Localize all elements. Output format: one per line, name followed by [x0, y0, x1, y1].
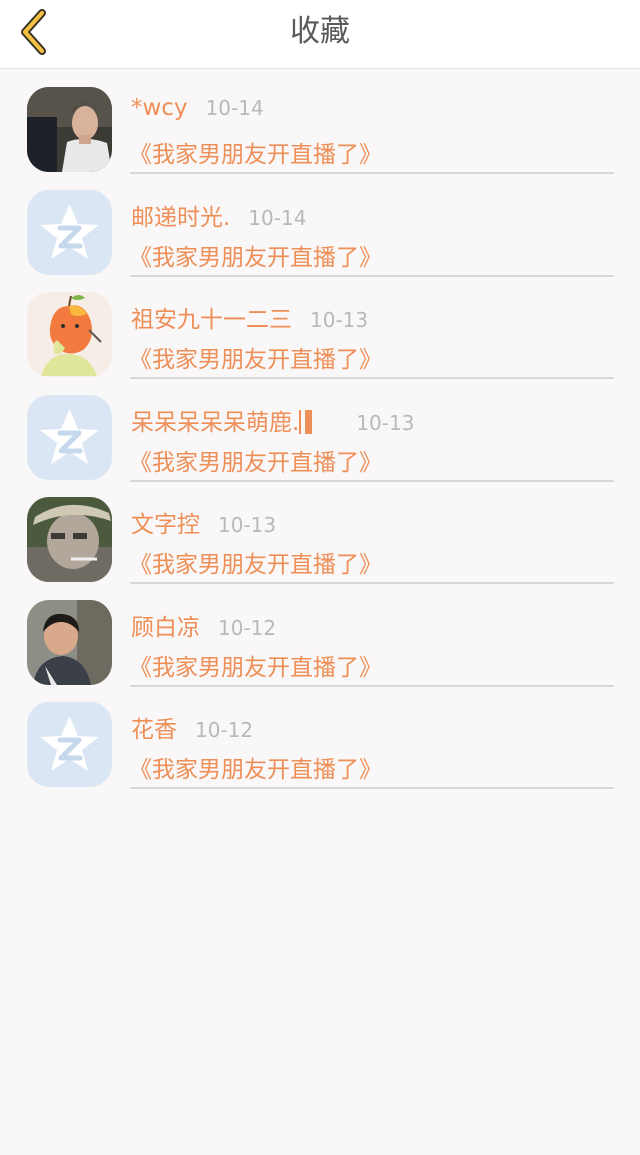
divider: [130, 582, 614, 584]
post-title: 《我家男朋友开直播了》: [129, 450, 382, 476]
navigation-bar: 收藏: [0, 0, 640, 69]
favorite-item[interactable]: 祖安九十一二三 10-13 《我家男朋友开直播了》: [0, 283, 640, 385]
favorite-item[interactable]: 花香 10-12 《我家男朋友开直播了》: [0, 693, 640, 795]
page-title: 收藏: [290, 14, 350, 49]
favorite-item[interactable]: *wcy 10-14 《我家男朋友开直播了》: [0, 78, 640, 180]
post-title: 《我家男朋友开直播了》: [129, 757, 382, 783]
date-label: 10-12: [218, 616, 277, 640]
date-label: 10-14: [205, 96, 264, 120]
divider: [130, 685, 614, 687]
favorite-item[interactable]: 邮递时光. 10-14 《我家男朋友开直播了》: [0, 181, 640, 283]
avatar: [27, 395, 112, 480]
favorite-item[interactable]: 呆呆呆呆呆萌鹿. 10-13 《我家男朋友开直播了》: [0, 386, 640, 488]
user-name: 花香: [131, 717, 177, 743]
favorite-item[interactable]: 顾白凉 10-12 《我家男朋友开直播了》: [0, 591, 640, 693]
avatar: [27, 190, 112, 275]
divider: [130, 172, 614, 174]
user-name: 祖安九十一二三: [131, 307, 292, 333]
avatar: [27, 497, 112, 582]
divider: [130, 275, 614, 277]
avatar: [27, 600, 112, 685]
avatar: [27, 87, 112, 172]
divider: [130, 480, 614, 482]
avatar: [27, 292, 112, 377]
user-name: 文字控: [131, 512, 200, 538]
user-name: *wcy: [131, 95, 188, 121]
date-label: 10-13: [356, 411, 415, 435]
back-button[interactable]: [8, 6, 60, 58]
post-title: 《我家男朋友开直播了》: [129, 552, 382, 578]
date-label: 10-12: [195, 718, 254, 742]
user-name: 顾白凉: [131, 615, 200, 641]
avatar: [27, 702, 112, 787]
chevron-left-icon: [21, 9, 46, 55]
text-cursor-mark: [305, 410, 313, 434]
date-label: 10-14: [248, 206, 307, 230]
divider: [130, 377, 614, 379]
user-name: 邮递时光.: [131, 205, 231, 231]
favorite-item[interactable]: 文字控 10-13 《我家男朋友开直播了》: [0, 488, 640, 590]
date-label: 10-13: [310, 308, 369, 332]
date-label: 10-13: [218, 513, 277, 537]
post-title: 《我家男朋友开直播了》: [129, 655, 382, 681]
post-title: 《我家男朋友开直播了》: [129, 142, 382, 168]
user-name: 呆呆呆呆呆萌鹿.: [131, 410, 300, 436]
divider: [130, 787, 614, 789]
post-title: 《我家男朋友开直播了》: [129, 245, 382, 271]
post-title: 《我家男朋友开直播了》: [129, 347, 382, 373]
